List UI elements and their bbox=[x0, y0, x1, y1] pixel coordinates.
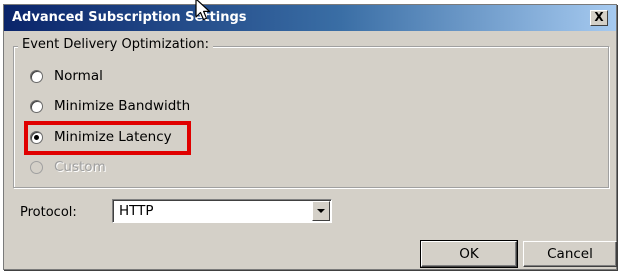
radio-minimize-bandwidth[interactable]: Minimize Bandwidth bbox=[30, 96, 190, 116]
close-button[interactable]: X bbox=[590, 10, 608, 26]
radio-minimize-bandwidth-circle[interactable] bbox=[30, 99, 43, 113]
radio-custom-label: Custom bbox=[54, 159, 106, 175]
radio-custom-circle bbox=[30, 160, 43, 174]
mouse-pointer-icon bbox=[195, 0, 211, 21]
radio-normal-label: Normal bbox=[54, 68, 103, 84]
title-bar: Advanced Subscription Settings X bbox=[4, 5, 616, 31]
protocol-select-value: HTTP bbox=[119, 203, 154, 219]
radio-normal[interactable]: Normal bbox=[30, 66, 103, 86]
advanced-subscription-settings-dialog: Advanced Subscription Settings X Event D… bbox=[3, 4, 617, 270]
radio-normal-circle[interactable] bbox=[30, 69, 43, 83]
radio-minimize-bandwidth-label: Minimize Bandwidth bbox=[54, 98, 191, 114]
highlight-annotation bbox=[24, 121, 191, 155]
event-delivery-legend: Event Delivery Optimization: bbox=[18, 37, 214, 52]
chevron-down-icon[interactable] bbox=[312, 201, 330, 221]
protocol-label: Protocol: bbox=[20, 205, 77, 220]
radio-custom: Custom bbox=[30, 157, 106, 177]
cancel-button[interactable]: Cancel bbox=[523, 241, 617, 267]
protocol-select[interactable]: HTTP bbox=[112, 199, 332, 223]
ok-button[interactable]: OK bbox=[420, 240, 518, 268]
